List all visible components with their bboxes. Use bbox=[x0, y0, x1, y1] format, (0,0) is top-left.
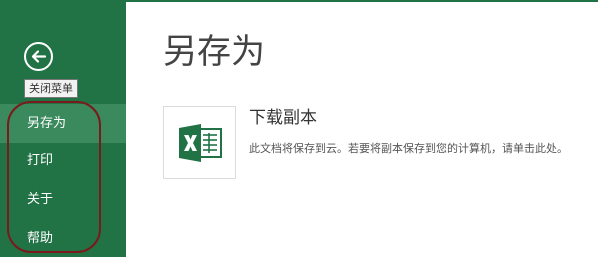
back-button[interactable] bbox=[24, 42, 53, 71]
nav-item-save-as[interactable]: 另存为 bbox=[0, 104, 126, 143]
back-arrow-icon bbox=[31, 50, 47, 63]
excel-icon bbox=[178, 123, 222, 162]
page-title: 另存为 bbox=[163, 32, 265, 72]
nav-item-help[interactable]: 帮助 bbox=[0, 219, 126, 258]
download-copy-description: 此文档将保存到云。若要将副本保存到您的计算机，请单击此处。 bbox=[249, 142, 568, 155]
download-copy-title[interactable]: 下载副本 bbox=[249, 106, 317, 130]
nav-item-print[interactable]: 打印 bbox=[0, 141, 126, 180]
back-tooltip: 关闭菜单 bbox=[24, 79, 78, 98]
download-copy-tile[interactable] bbox=[163, 106, 236, 179]
nav-item-about[interactable]: 关于 bbox=[0, 180, 126, 219]
backstage-sidebar: 关闭菜单 另存为 打印 关于 帮助 bbox=[0, 0, 126, 257]
